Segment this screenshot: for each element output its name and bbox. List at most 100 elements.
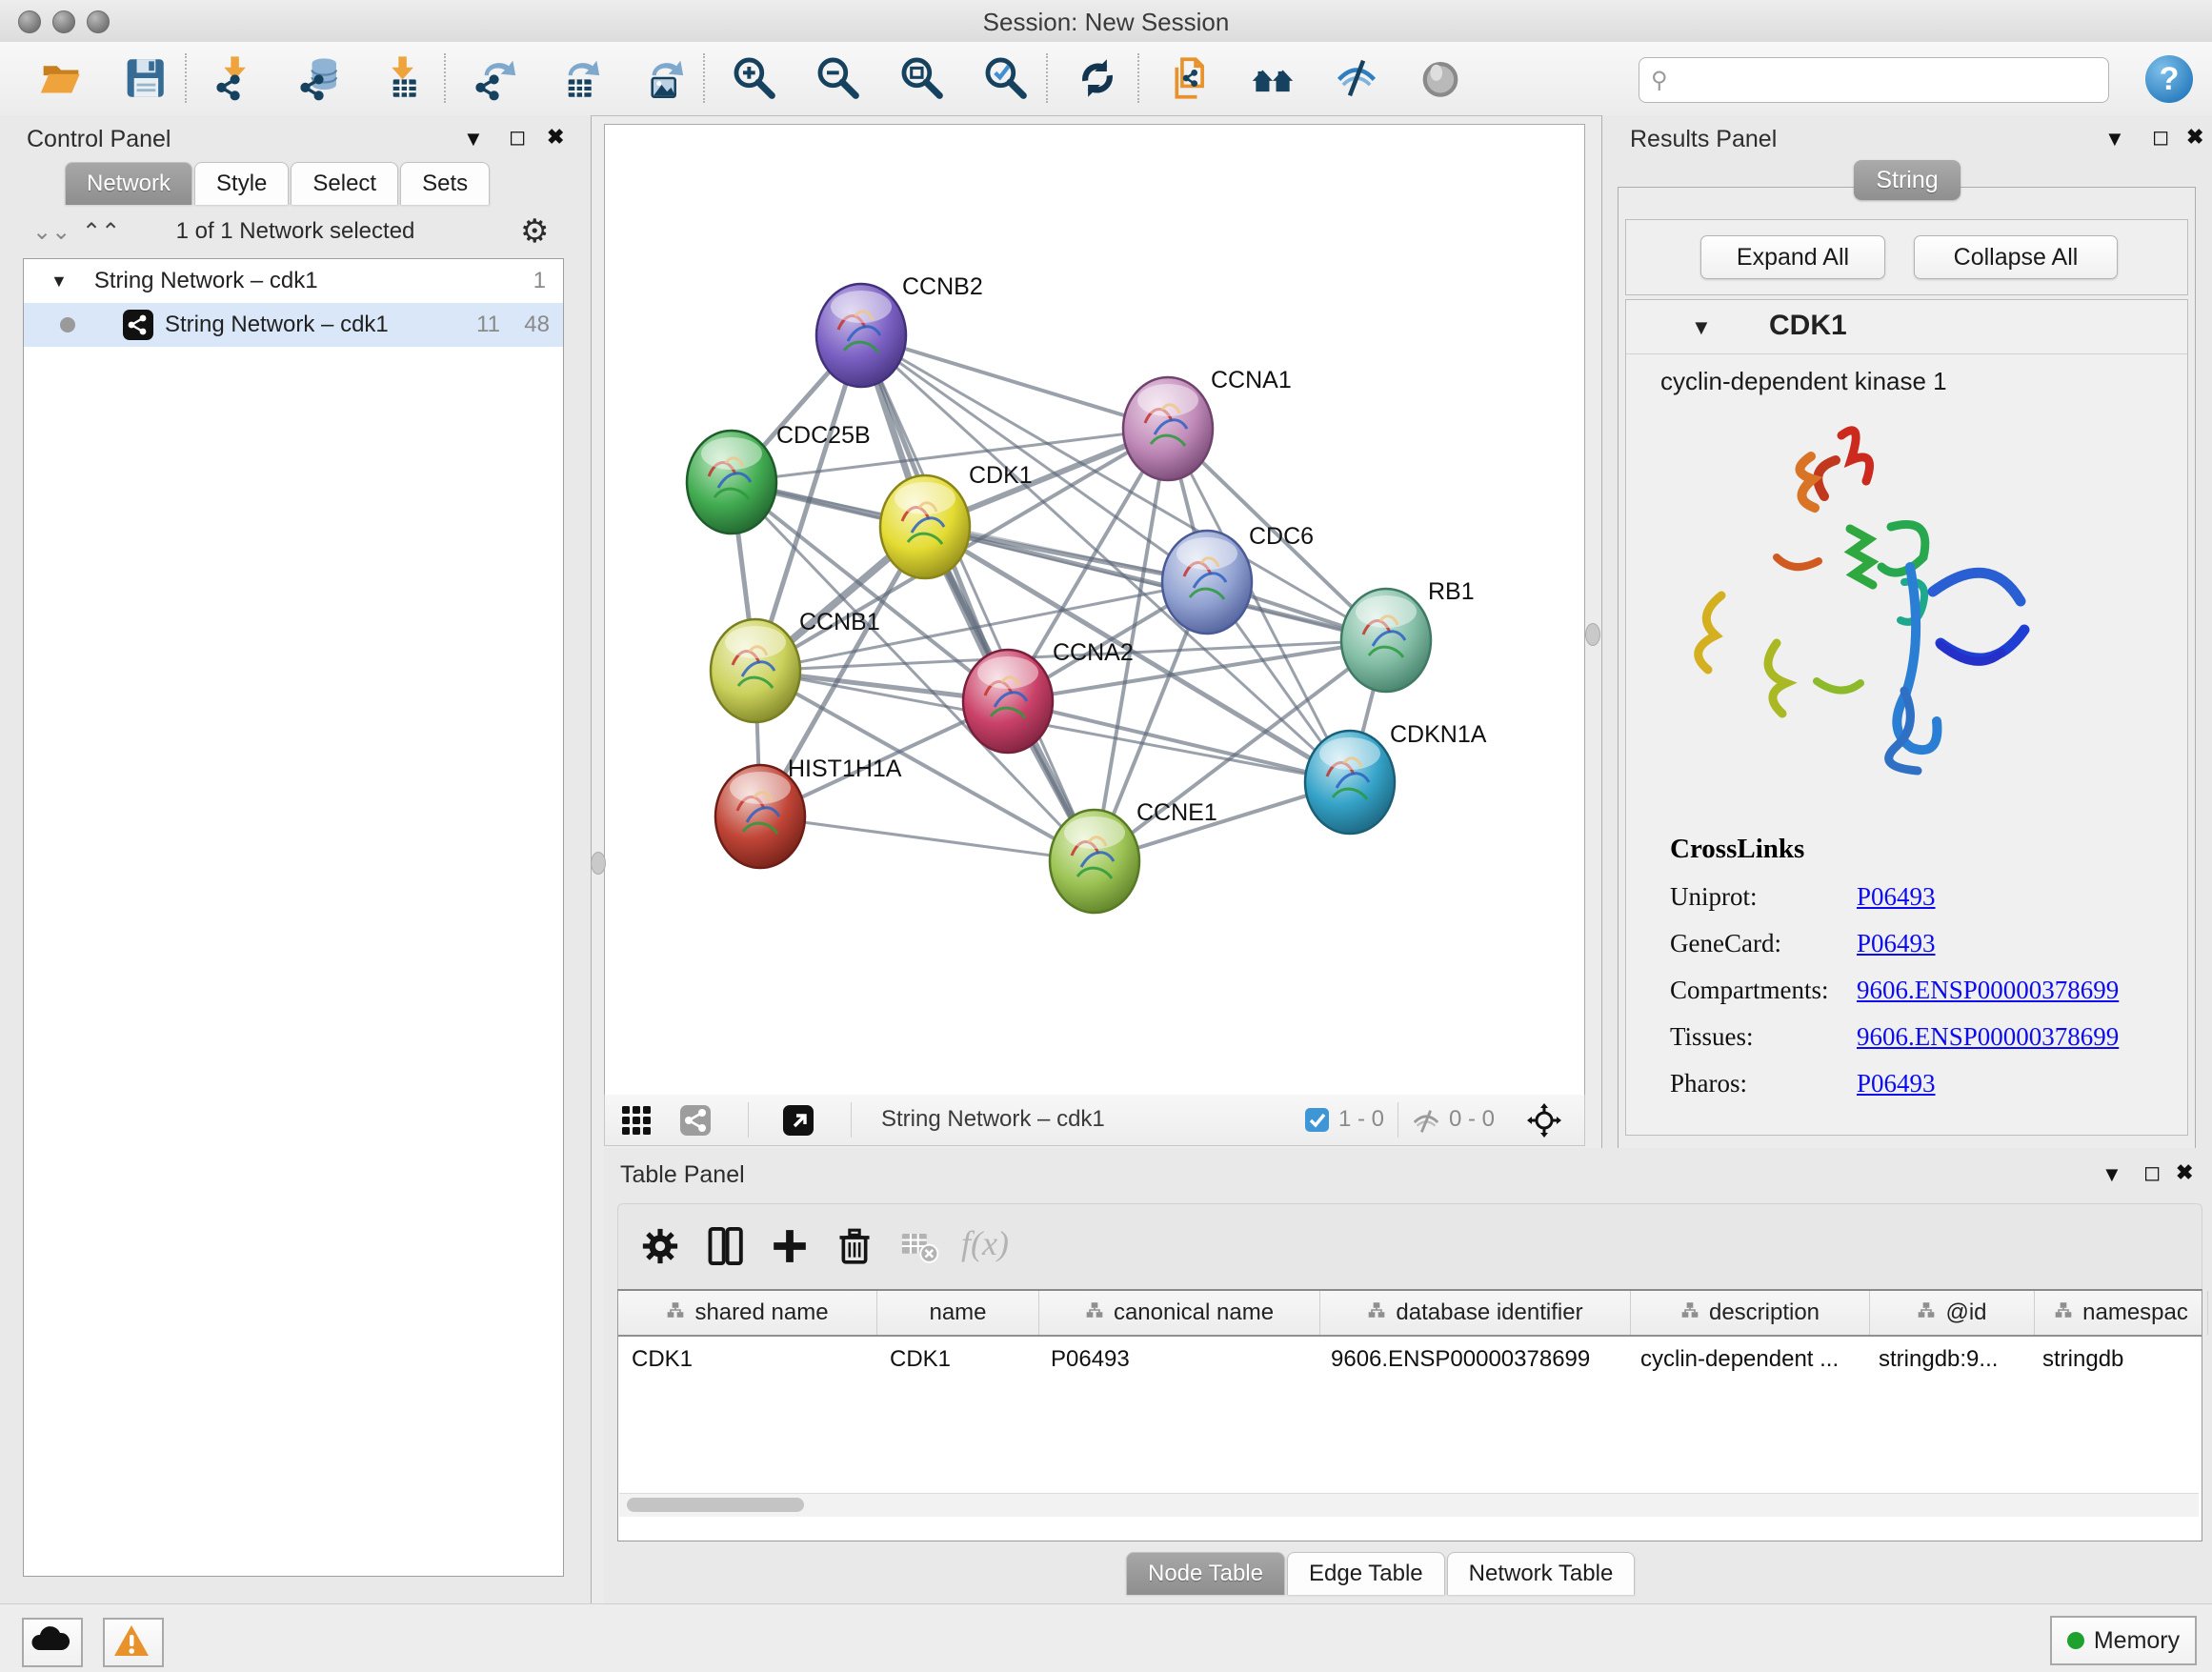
node-CDC6[interactable]: [1162, 531, 1252, 634]
tab-node-table[interactable]: Node Table: [1126, 1552, 1285, 1595]
results-panel-close-icon[interactable]: ✖: [2186, 125, 2203, 150]
control-panel-close-icon[interactable]: ✖: [547, 125, 564, 150]
column-header-shared-name[interactable]: shared name: [618, 1291, 877, 1335]
crosslink-link[interactable]: 9606.ENSP00000378699: [1857, 976, 2119, 1005]
save-session-icon[interactable]: [122, 55, 168, 101]
search-input[interactable]: [1676, 66, 2108, 94]
refresh-icon[interactable]: [1075, 55, 1120, 101]
cloud-button[interactable]: [22, 1618, 83, 1667]
show-columns-icon[interactable]: [704, 1225, 746, 1267]
selected-counts: 1 - 0: [1338, 1106, 1384, 1133]
edge-HIST1H1A-CCNE1[interactable]: [760, 816, 1095, 861]
node-CCNB2[interactable]: [816, 284, 906, 387]
column-header-database-identifier[interactable]: database identifier: [1320, 1291, 1631, 1335]
network-canvas[interactable]: CCNB2CCNA1CDC25BCDK1CDC6RB1CCNB1CCNA2CDK…: [604, 124, 1585, 1096]
table-horizontal-scrollbar[interactable]: [619, 1493, 2199, 1517]
tab-style[interactable]: Style: [194, 162, 289, 205]
table-panel-close-icon[interactable]: ✖: [2176, 1160, 2193, 1185]
collapse-entry-icon[interactable]: ▼: [1691, 315, 1712, 340]
table-cell[interactable]: cyclin-dependent ...: [1640, 1346, 1839, 1373]
help-button[interactable]: ?: [2145, 55, 2193, 103]
protein-structure-image: [1655, 405, 2102, 824]
warning-button[interactable]: [103, 1618, 164, 1667]
edge-CCNB2-CCNE1[interactable]: [861, 335, 1095, 861]
control-panel-float-icon[interactable]: ◻: [509, 125, 526, 150]
expand-all-button[interactable]: Expand All: [1700, 235, 1885, 279]
crosslink-link[interactable]: P06493: [1857, 882, 1936, 912]
column-header-canonical-name[interactable]: canonical name: [1039, 1291, 1320, 1335]
results-panel-menu-icon[interactable]: ▼: [2104, 127, 2125, 151]
hide-unhide-icon[interactable]: [1334, 55, 1379, 101]
open-in-window-icon[interactable]: [782, 1104, 814, 1141]
left-splitter-handle[interactable]: [591, 852, 606, 875]
edge-CCNB2-CCNA1[interactable]: [861, 335, 1168, 429]
hidden-eye-icon[interactable]: [1411, 1106, 1441, 1141]
column-header-name[interactable]: name: [877, 1291, 1039, 1335]
table-settings-gear-icon[interactable]: [639, 1225, 681, 1267]
collection-expander-icon[interactable]: ▼: [50, 272, 68, 292]
selected-checkbox-icon[interactable]: [1304, 1107, 1330, 1138]
crosslink-row: Tissues:9606.ENSP00000378699: [1670, 1022, 2119, 1052]
memory-button[interactable]: Memory: [2050, 1616, 2197, 1665]
node-CDKN1A[interactable]: [1305, 731, 1395, 834]
column-header--id[interactable]: @id: [1870, 1291, 2035, 1335]
scrollbar-thumb[interactable]: [627, 1498, 804, 1512]
zoom-selected-icon[interactable]: [983, 55, 1029, 101]
import-table-icon[interactable]: [381, 55, 427, 101]
node-CCNE1[interactable]: [1050, 810, 1139, 913]
column-header-description[interactable]: description: [1631, 1291, 1870, 1335]
pan-crosshair-icon[interactable]: [1527, 1103, 1561, 1142]
node-CDK1[interactable]: [880, 475, 970, 578]
table-cell[interactable]: P06493: [1051, 1346, 1130, 1373]
tab-network-table[interactable]: Network Table: [1447, 1552, 1636, 1595]
export-network-icon[interactable]: [473, 55, 518, 101]
tab-select[interactable]: Select: [291, 162, 398, 205]
crosslink-link[interactable]: P06493: [1857, 929, 1936, 958]
window-title: Session: New Session: [0, 8, 2212, 37]
delete-column-trash-icon[interactable]: [834, 1225, 875, 1267]
table-cell[interactable]: CDK1: [890, 1346, 951, 1373]
node-CDC25B[interactable]: [687, 431, 776, 534]
zoom-out-icon[interactable]: [815, 55, 861, 101]
edge-CCNA2-CDKN1A[interactable]: [1008, 701, 1350, 782]
table-cell[interactable]: stringdb: [2042, 1346, 2123, 1373]
network-collection-row[interactable]: ▼ String Network – cdk1 1: [24, 259, 563, 303]
import-network-icon[interactable]: [213, 55, 259, 101]
table-cell[interactable]: 9606.ENSP00000378699: [1331, 1346, 1590, 1373]
control-panel-menu-icon[interactable]: ▼: [463, 127, 484, 151]
search-box[interactable]: ⚲: [1639, 57, 2109, 103]
zoom-in-icon[interactable]: [732, 55, 777, 101]
table-cell[interactable]: stringdb:9...: [1879, 1346, 1998, 1373]
table-panel-float-icon[interactable]: ◻: [2143, 1160, 2161, 1185]
export-table-icon[interactable]: [556, 55, 602, 101]
collapse-all-button[interactable]: Collapse All: [1914, 235, 2118, 279]
open-folder-icon[interactable]: [38, 55, 84, 101]
tab-sets[interactable]: Sets: [400, 162, 490, 205]
clone-network-icon[interactable]: [1166, 55, 1212, 101]
node-result-header[interactable]: ▼ CDK1: [1626, 300, 2187, 354]
birdseye-grid-icon[interactable]: [620, 1104, 653, 1141]
column-header-namespac[interactable]: namespac: [2035, 1291, 2208, 1335]
tab-edge-table[interactable]: Edge Table: [1287, 1552, 1445, 1595]
import-database-icon[interactable]: [297, 55, 343, 101]
node-CCNA2[interactable]: [963, 650, 1053, 753]
string-home-icon[interactable]: [1250, 55, 1296, 101]
gear-icon[interactable]: ⚙: [520, 212, 549, 251]
preview-sphere-icon[interactable]: [1418, 55, 1463, 101]
right-splitter-handle[interactable]: [1585, 623, 1600, 646]
tab-string[interactable]: String: [1854, 160, 1961, 200]
node-RB1[interactable]: [1341, 589, 1431, 692]
tab-network[interactable]: Network: [65, 162, 192, 205]
node-CCNA1[interactable]: [1123, 377, 1213, 480]
zoom-fit-icon[interactable]: [899, 55, 945, 101]
results-panel-float-icon[interactable]: ◻: [2152, 125, 2169, 150]
node-CCNB1[interactable]: [711, 619, 800, 722]
network-share-icon[interactable]: [679, 1104, 712, 1141]
network-row-selected[interactable]: String Network – cdk1 11 48: [24, 303, 563, 347]
export-image-icon[interactable]: [640, 55, 686, 101]
table-panel-menu-icon[interactable]: ▼: [2101, 1162, 2122, 1187]
table-cell[interactable]: CDK1: [632, 1346, 693, 1373]
crosslink-link[interactable]: 9606.ENSP00000378699: [1857, 1022, 2119, 1052]
add-column-icon[interactable]: [769, 1225, 811, 1267]
crosslink-link[interactable]: P06493: [1857, 1069, 1936, 1098]
